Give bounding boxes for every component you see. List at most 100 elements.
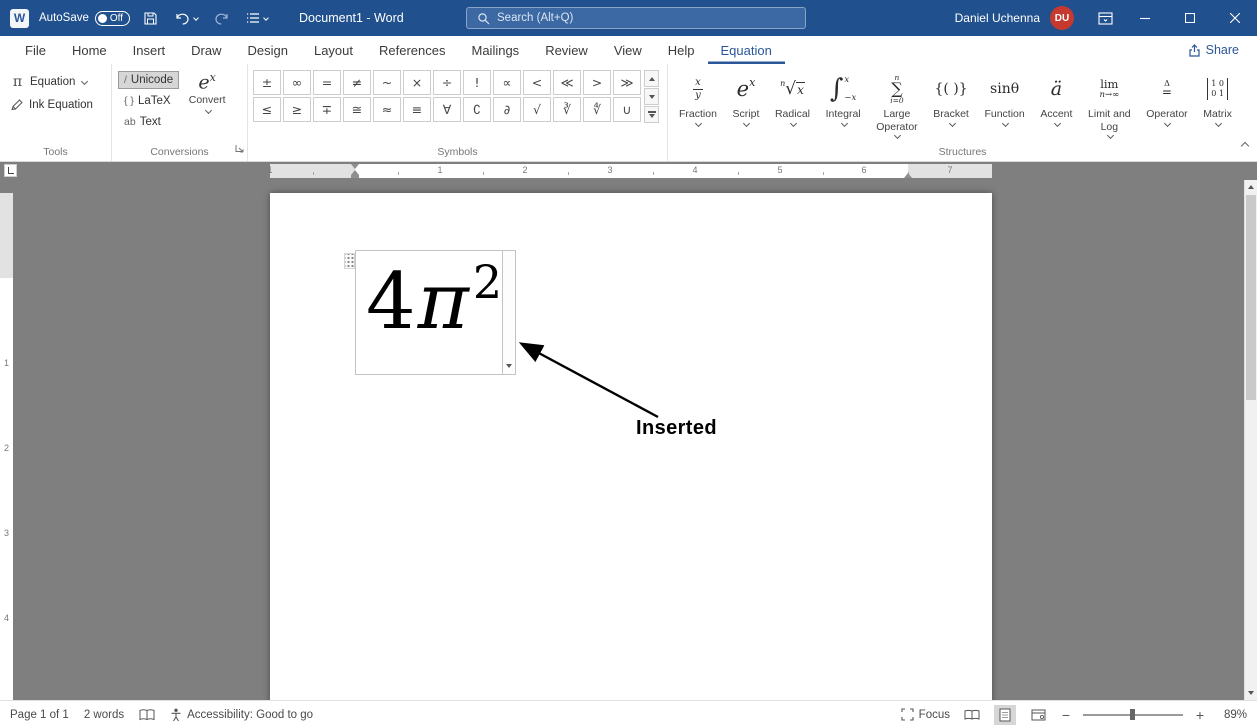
undo-button[interactable]: [171, 8, 201, 29]
equation-content[interactable]: 4 π 2: [356, 251, 502, 374]
tab-help[interactable]: Help: [655, 36, 708, 64]
user-name[interactable]: Daniel Uchenna: [955, 11, 1040, 25]
zoom-slider[interactable]: [1083, 714, 1183, 716]
save-button[interactable]: [140, 8, 161, 29]
structure-matrix-button[interactable]: 1 00 1Matrix: [1200, 70, 1235, 139]
structure-radical-button[interactable]: n√xRadical: [772, 70, 813, 139]
structure-function-button[interactable]: sinθFunction: [981, 70, 1027, 139]
structure-bracket-button[interactable]: {( )}Bracket: [930, 70, 972, 139]
tab-home[interactable]: Home: [59, 36, 120, 64]
web-layout-button[interactable]: [1027, 705, 1049, 725]
symbol-button[interactable]: ∞: [283, 70, 311, 95]
symbol-button[interactable]: √: [523, 97, 551, 122]
symbol-button[interactable]: ∓: [313, 97, 341, 122]
equation-object[interactable]: 4 π 2: [355, 250, 516, 375]
symbol-button[interactable]: ∜: [583, 97, 611, 122]
symbol-button[interactable]: ∝: [493, 70, 521, 95]
tab-stop-selector[interactable]: [4, 164, 17, 177]
symbol-button[interactable]: ≡: [403, 97, 431, 122]
scroll-up-button[interactable]: [1245, 180, 1257, 194]
structure-large-operator-button[interactable]: n∑i=0LargeOperator: [873, 70, 920, 139]
zoom-level[interactable]: 89%: [1217, 709, 1247, 721]
page-indicator[interactable]: Page 1 of 1: [10, 709, 69, 721]
collapse-ribbon-button[interactable]: [1242, 136, 1248, 154]
read-mode-button[interactable]: [961, 705, 983, 725]
symbol-button[interactable]: ≪: [553, 70, 581, 95]
symbol-button[interactable]: ∁: [463, 97, 491, 122]
symbols-scroll-down-button[interactable]: [644, 88, 659, 105]
symbol-button[interactable]: ~: [373, 70, 401, 95]
symbol-button[interactable]: ≅: [343, 97, 371, 122]
symbol-button[interactable]: ÷: [433, 70, 461, 95]
tab-design[interactable]: Design: [235, 36, 301, 64]
symbol-button[interactable]: ±: [253, 70, 281, 95]
zoom-slider-thumb[interactable]: [1130, 709, 1135, 720]
first-line-indent-marker[interactable]: [351, 164, 359, 169]
proofing-status-button[interactable]: [139, 708, 155, 722]
accessibility-status-button[interactable]: Accessibility: Good to go: [170, 708, 313, 722]
symbols-more-button[interactable]: [644, 106, 659, 123]
symbol-button[interactable]: !: [463, 70, 491, 95]
equation-dropdown[interactable]: [502, 251, 515, 374]
symbol-button[interactable]: ≤: [253, 97, 281, 122]
symbol-button[interactable]: ∪: [613, 97, 641, 122]
structure-accent-button[interactable]: äAccent: [1037, 70, 1075, 139]
structure-script-button[interactable]: exScript: [730, 70, 763, 139]
symbol-button[interactable]: ≈: [373, 97, 401, 122]
close-button[interactable]: [1212, 0, 1257, 36]
structure-fraction-button[interactable]: xyFraction: [676, 70, 720, 139]
word-app-icon[interactable]: W: [10, 9, 29, 28]
structure-integral-button[interactable]: ∫x−xIntegral: [823, 70, 864, 139]
document-page[interactable]: 4 π 2 Inserted: [270, 193, 992, 700]
equation-menu-button[interactable]: π Equation: [10, 70, 111, 93]
tab-layout[interactable]: Layout: [301, 36, 366, 64]
structure-limit-and-log-button[interactable]: limn→∞Limit andLog: [1085, 70, 1134, 139]
symbol-button[interactable]: ∂: [493, 97, 521, 122]
share-button[interactable]: Share: [1188, 43, 1239, 57]
tab-insert[interactable]: Insert: [120, 36, 179, 64]
ink-equation-button[interactable]: Ink Equation: [10, 93, 111, 116]
search-input[interactable]: Search (Alt+Q): [466, 7, 806, 29]
scrollbar-thumb[interactable]: [1246, 195, 1256, 400]
minimize-button[interactable]: [1122, 0, 1167, 36]
vertical-scrollbar[interactable]: [1244, 180, 1257, 700]
conversions-dialog-launcher[interactable]: [235, 140, 244, 158]
tab-review[interactable]: Review: [532, 36, 601, 64]
print-layout-button[interactable]: [994, 705, 1016, 725]
symbol-button[interactable]: ≫: [613, 70, 641, 95]
ribbon-display-options-button[interactable]: [1088, 0, 1122, 36]
redo-button[interactable]: [211, 8, 233, 29]
structure-operator-button[interactable]: Δ=Operator: [1143, 70, 1190, 139]
text-button[interactable]: ab Text: [118, 113, 179, 131]
tab-equation[interactable]: Equation: [708, 36, 785, 64]
maximize-button[interactable]: [1167, 0, 1212, 36]
focus-button[interactable]: Focus: [901, 708, 950, 721]
latex-button[interactable]: { } LaTeX: [118, 92, 179, 110]
symbol-button[interactable]: ≥: [283, 97, 311, 122]
scroll-down-button[interactable]: [1245, 686, 1257, 700]
symbol-button[interactable]: ≠: [343, 70, 371, 95]
symbol-button[interactable]: =: [313, 70, 341, 95]
customize-quick-access-button[interactable]: [243, 9, 271, 27]
autosave-toggle[interactable]: AutoSave Off: [39, 11, 130, 26]
symbols-scroll-up-button[interactable]: [644, 70, 659, 87]
zoom-out-button[interactable]: −: [1060, 708, 1072, 722]
left-indent-marker[interactable]: [351, 175, 359, 178]
symbol-button[interactable]: ×: [403, 70, 431, 95]
equation-grip-handle[interactable]: [344, 253, 355, 269]
symbol-button[interactable]: <: [523, 70, 551, 95]
avatar[interactable]: DU: [1050, 6, 1074, 30]
word-count[interactable]: 2 words: [84, 709, 124, 721]
right-indent-marker[interactable]: [904, 173, 912, 178]
vertical-ruler[interactable]: 1234: [0, 193, 13, 700]
unicode-button[interactable]: / Unicode: [118, 71, 179, 89]
tab-view[interactable]: View: [601, 36, 655, 64]
zoom-in-button[interactable]: +: [1194, 708, 1206, 722]
tab-file[interactable]: File: [12, 36, 59, 64]
tab-mailings[interactable]: Mailings: [459, 36, 533, 64]
tab-draw[interactable]: Draw: [178, 36, 234, 64]
symbol-button[interactable]: ∀: [433, 97, 461, 122]
symbol-button[interactable]: >: [583, 70, 611, 95]
tab-references[interactable]: References: [366, 36, 458, 64]
horizontal-ruler[interactable]: 11234567: [270, 164, 992, 178]
